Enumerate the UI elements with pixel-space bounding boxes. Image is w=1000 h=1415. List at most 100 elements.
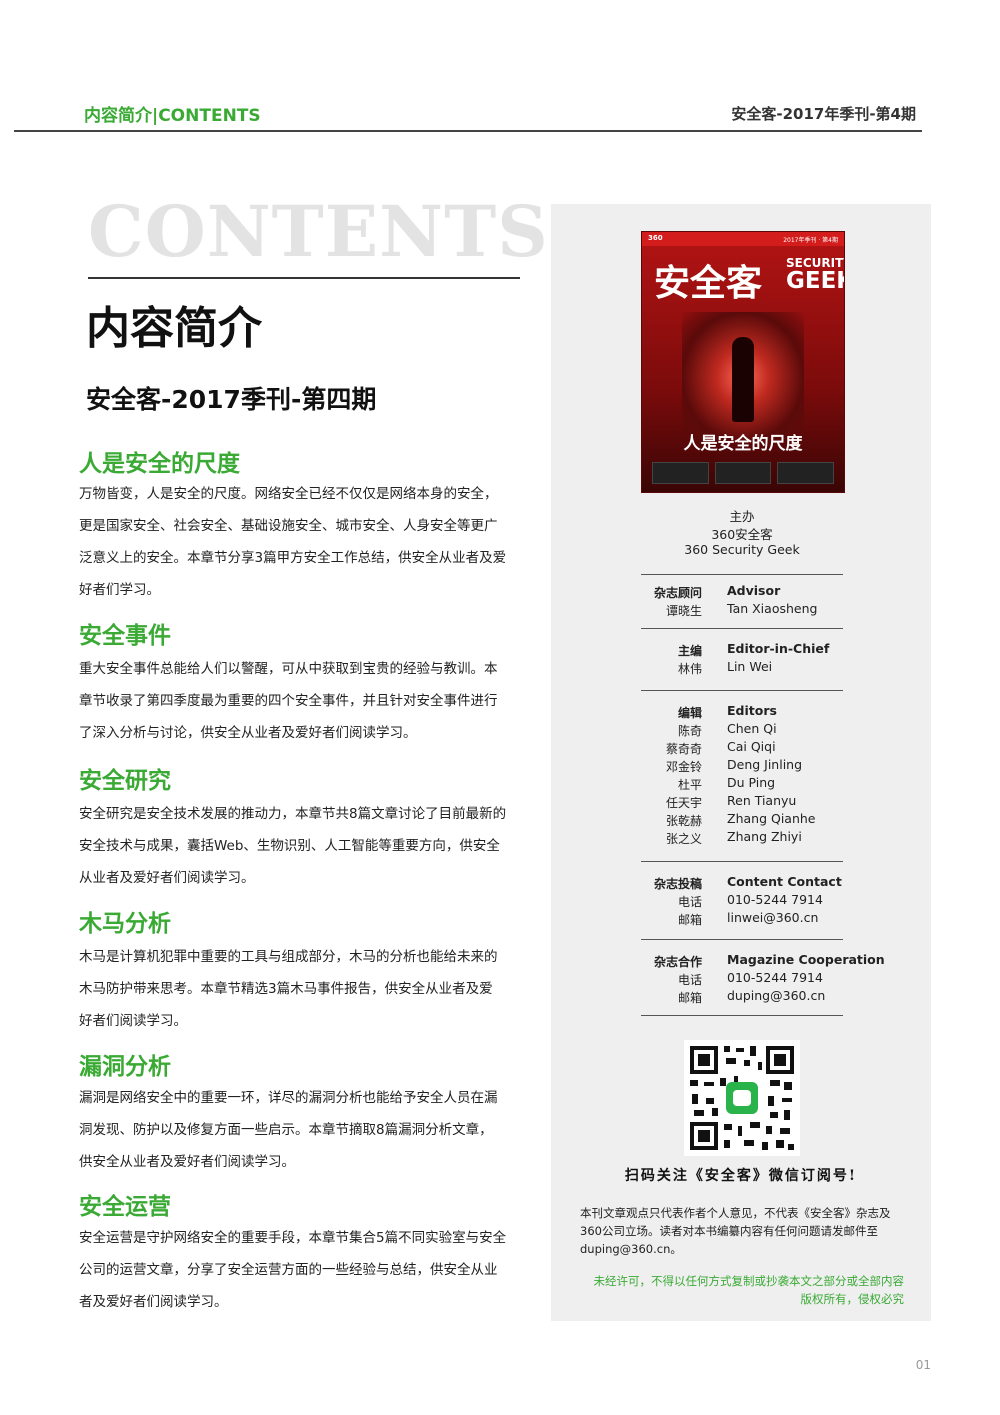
editor-name-cn: 蔡奇奇 [665,742,702,756]
header-divider [14,130,922,132]
section-line: 章节收录了第四季度最为重要的四个安全事件，并且针对安全事件进行 [79,693,498,709]
copyright-notice: 未经许可，不得以任何方式复制或抄袭本文之部分或全部内容 版权所有，侵权必究 [570,1272,905,1308]
section-body: 漏洞是网络安全中的重要一环，详尽的漏洞分析也能给予安全人员在漏 洞发现、防护以及… [79,1082,529,1178]
editor-name-cn: 杜平 [677,778,702,792]
page-number: 01 [915,1358,931,1372]
editor-name-cn: 陈奇 [677,724,702,738]
section-line: 安全研究是安全技术发展的推动力，本章节共8篇文章讨论了目前最新的 [79,806,507,822]
chief-role-cn: 主编 [677,644,702,658]
section-heading: 木马分析 [79,911,171,937]
section-line: 洞发现、防护以及修复方面一些启示。本章节摘取8篇漏洞分析文章， [79,1122,493,1138]
section-body: 安全研究是安全技术发展的推动力，本章节共8篇文章讨论了目前最新的 安全技术与成果… [79,798,529,894]
cooperation-email: duping@360.cn [727,988,826,1003]
section-line: 更是国家安全、社会安全、基础设施安全、城市安全、人身安全等更广 [79,518,498,534]
page-title: 内容简介 [86,303,262,354]
issue-title: 安全客-2017季刊-第四期 [86,385,377,414]
section-line: 木马是计算机犯罪中重要的工具与组成部分，木马的分析也能给未来的 [79,949,498,965]
contact-role-en: Content Contact [727,874,842,889]
section-line: 安全技术与成果，囊括Web、生物识别、人工智能等重要方向，供安全 [79,838,500,854]
contact-phone: 010-5244 7914 [727,892,823,907]
section-line: 公司的运营文章，分享了安全运营方面的一些经验与总结，供安全从业 [79,1262,498,1278]
cover-thumbnail [714,462,772,484]
editors-role-en: Editors [727,703,777,718]
cover-thumbnail [777,462,835,484]
section-heading: 安全研究 [79,768,171,794]
chief-name-cn: 林伟 [677,662,702,676]
section-body: 重大安全事件总能给人们以警醒，可从中获取到宝贵的经验与教训。本 章节收录了第四季… [79,653,529,749]
section-line: 万物皆变，人是安全的尺度。网络安全已经不仅仅是网络本身的安全， [79,486,498,502]
section-line: 从业者及爱好者们阅读学习。 [79,870,255,886]
contact-email-label: 邮箱 [677,913,702,927]
advisor-name-en: Tan Xiaosheng [727,601,818,616]
title-divider [88,277,520,279]
copyright-line: 未经许可，不得以任何方式复制或抄袭本文之部分或全部内容 [593,1274,905,1288]
chief-name-en: Lin Wei [727,659,773,674]
editor-name-en: Zhang Qianhe [727,811,816,826]
section-body: 安全运营是守护网络安全的重要手段，本章节集合5篇不同实验室与安全 公司的运营文章… [79,1222,529,1318]
editor-name-en: Deng Jinling [727,757,803,772]
copyright-line: 版权所有，侵权必究 [800,1292,905,1306]
section-line: 好者们阅读学习。 [79,1013,187,1029]
chief-role-en: Editor-in-Chief [727,641,830,656]
section-line: 供安全从业者及爱好者们阅读学习。 [79,1154,295,1170]
masthead-divider [641,861,843,862]
cooperation-role-cn: 杂志合作 [653,955,702,969]
section-line: 了深入分析与讨论，供安全从业者及爱好者们阅读学习。 [79,725,417,741]
header-section-label: 内容简介|CONTENTS [84,106,261,126]
cover-thumbnail [652,462,709,484]
magazine-cover: 360 2017年季刊 · 第4期 安全客 SECURITY GEEK 人是安全… [641,231,845,493]
advisor-role-en: Advisor [727,583,781,598]
header-issue-label: 安全客-2017年季刊-第4期 [731,105,916,123]
cover-title-cn: 安全客 [654,263,763,304]
section-line: 重大安全事件总能给人们以警醒，可从中获取到宝贵的经验与教训。本 [79,661,498,677]
cooperation-phone: 010-5244 7914 [727,970,823,985]
cover-thumbnail-strip [652,462,835,484]
section-heading: 漏洞分析 [79,1054,171,1080]
editor-name-cn: 张之义 [665,832,702,846]
cooperation-email-label: 邮箱 [677,991,702,1005]
section-body: 万物皆变，人是安全的尺度。网络安全已经不仅仅是网络本身的安全， 更是国家安全、社… [79,478,529,606]
editor-name-en: Chen Qi [727,721,777,736]
editor-name-cn: 任天宇 [665,796,702,810]
wechat-qr-code [684,1040,800,1156]
masthead-divider [641,939,843,940]
masthead-divider [641,1015,843,1016]
qr-caption: 扫码关注《安全客》微信订阅号! [624,1168,858,1184]
masthead-divider [641,574,843,575]
host-org-en: 360 Security Geek [684,542,800,557]
editor-name-cn: 张乾赫 [665,814,702,828]
section-line: 者及爱好者们阅读学习。 [79,1294,228,1310]
host-label: 主办 [729,509,755,524]
cover-logo: 360 [648,234,663,242]
masthead-divider [641,628,843,629]
host-org-cn: 360安全客 [711,527,773,542]
cover-issue-label: 2017年季刊 · 第4期 [783,237,838,244]
cooperation-role-en: Magazine Cooperation [727,952,885,967]
cover-title-en-2: GEEK [786,268,844,294]
editor-name-en: Ren Tianyu [727,793,797,808]
section-heading: 安全事件 [79,623,171,649]
contact-email: linwei@360.cn [727,910,819,925]
section-heading: 安全运营 [79,1194,171,1220]
contact-role-cn: 杂志投稿 [653,877,702,891]
masthead-divider [641,690,843,691]
section-line: 漏洞是网络安全中的重要一环，详尽的漏洞分析也能给予安全人员在漏 [79,1090,498,1106]
contents-watermark: CONTENTS [88,190,549,273]
editor-name-en: Du Ping [727,775,776,790]
cover-figure-silhouette [732,337,754,422]
contact-phone-label: 电话 [677,895,702,909]
section-line: 安全运营是守护网络安全的重要手段，本章节集合5篇不同实验室与安全 [79,1230,507,1246]
editor-name-cn: 邓金铃 [665,760,702,774]
editor-name-en: Cai Qiqi [727,739,776,754]
editor-name-en: Zhang Zhiyi [727,829,802,844]
section-heading: 人是安全的尺度 [79,451,240,477]
cooperation-phone-label: 电话 [677,973,702,987]
section-line: 木马防护带来思考。本章节精选3篇木马事件报告，供安全从业者及爱 [79,981,493,997]
section-body: 木马是计算机犯罪中重要的工具与组成部分，木马的分析也能给未来的 木马防护带来思考… [79,941,529,1037]
qr-code-icon [684,1040,800,1156]
advisor-role-cn: 杂志顾问 [653,586,702,600]
cover-tagline: 人是安全的尺度 [683,434,803,454]
section-line: 泛意义上的安全。本章节分享3篇甲方安全工作总结，供安全从业者及爱 [79,550,507,566]
section-line: 好者们学习。 [79,582,160,598]
disclaimer-text: 本刊文章观点只代表作者个人意见，不代表《安全客》杂志及360公司立场。读者对本书… [580,1206,891,1256]
